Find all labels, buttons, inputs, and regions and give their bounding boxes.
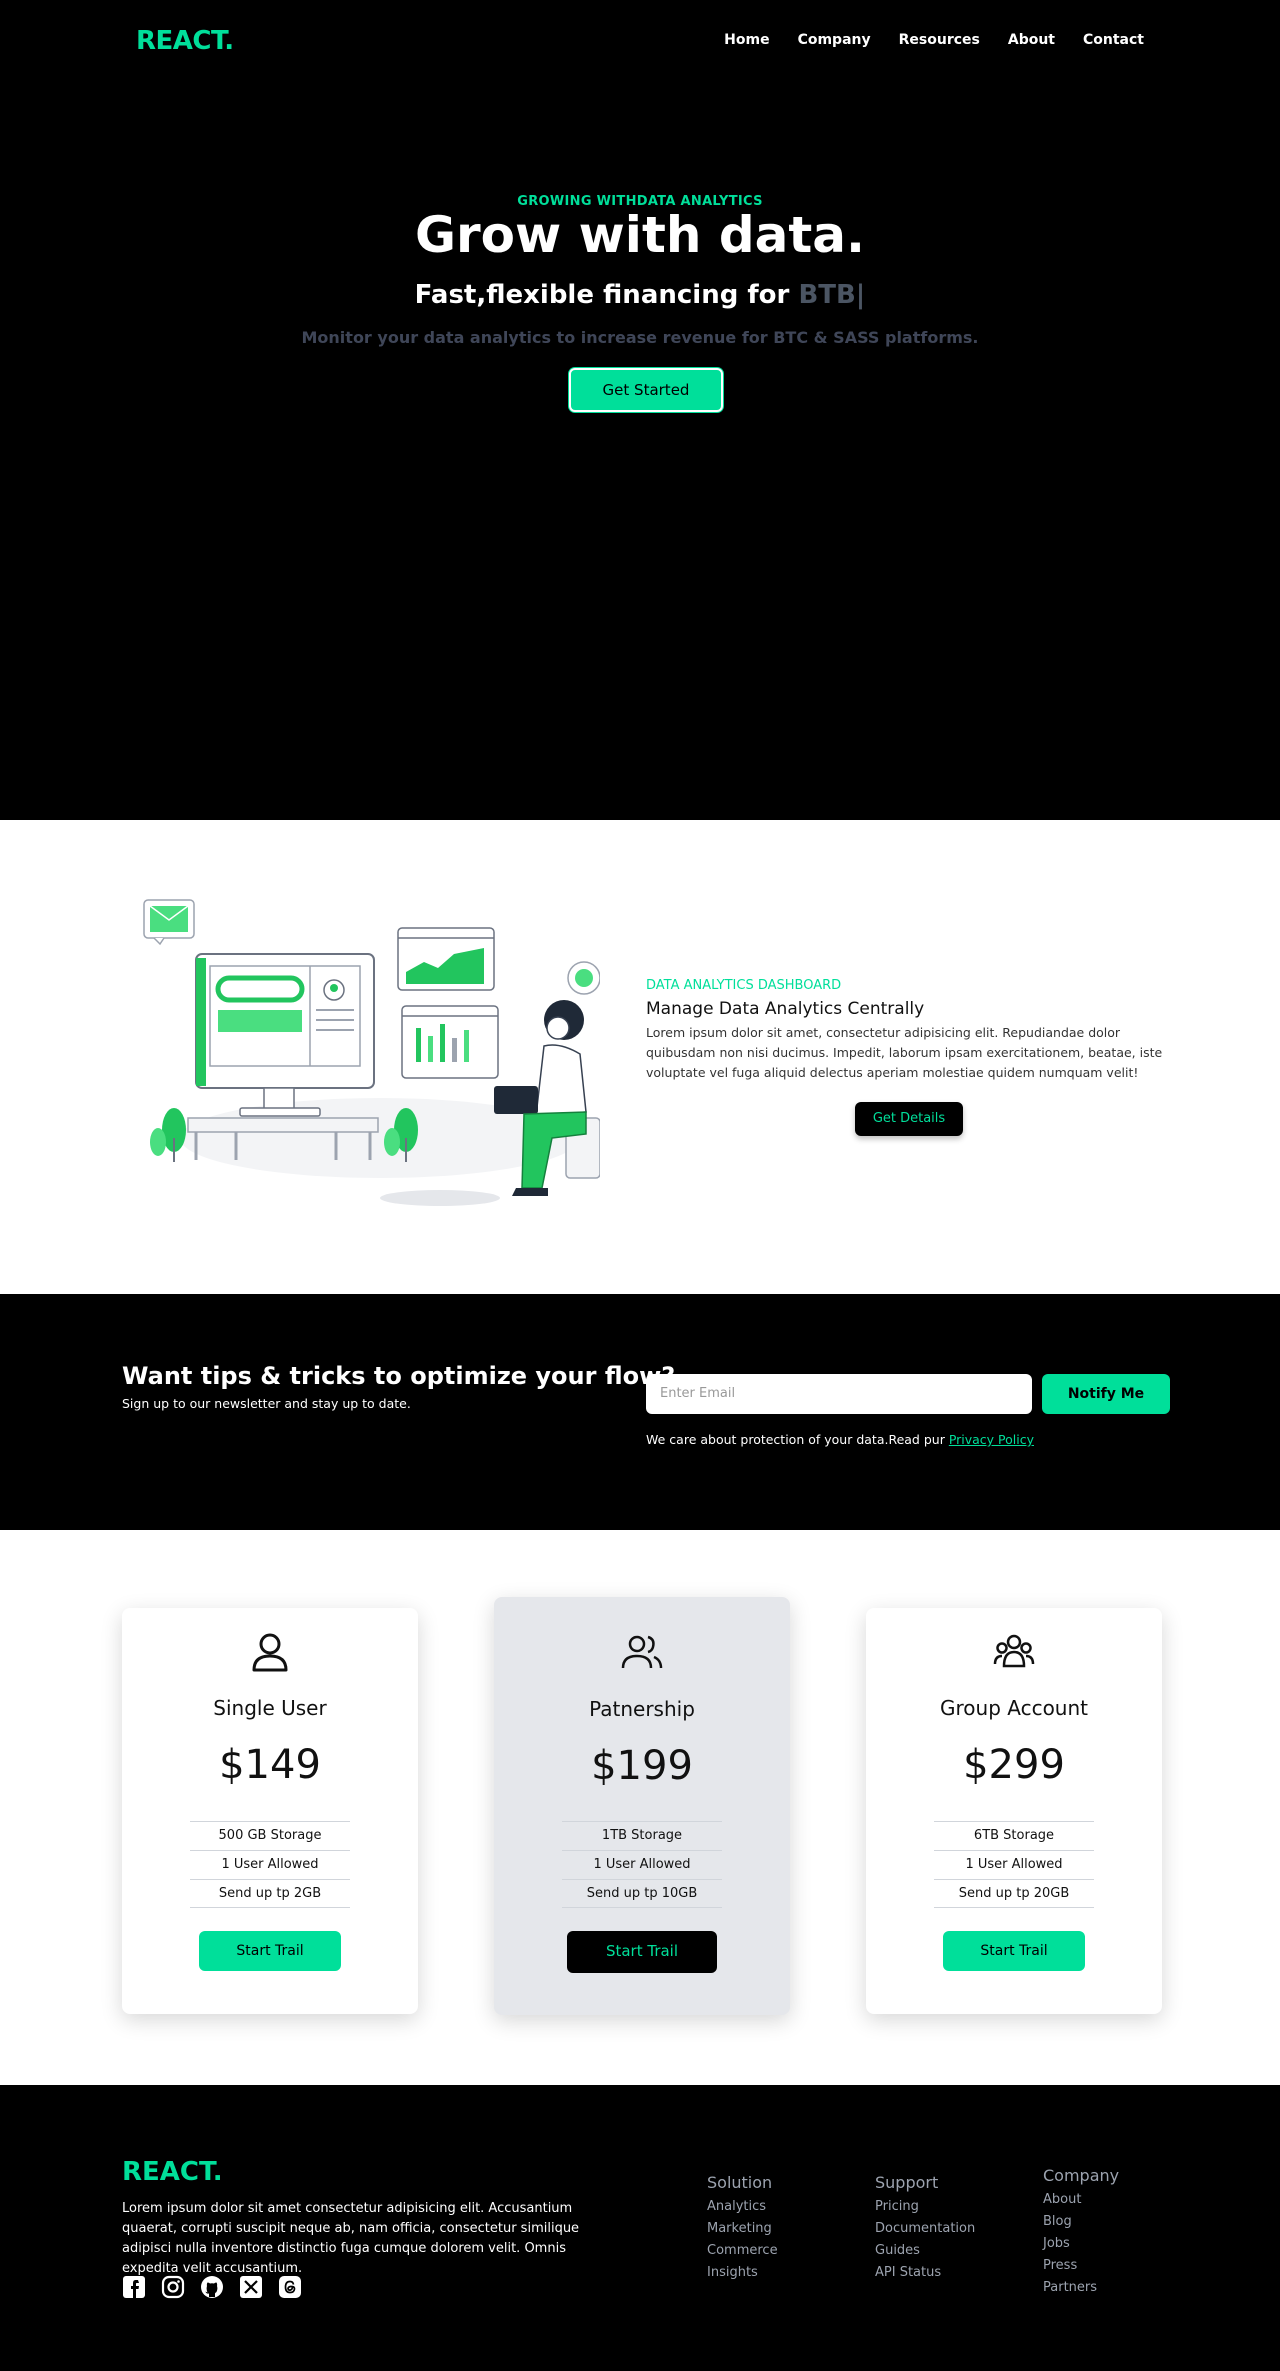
- nav-link-company[interactable]: Company: [798, 32, 871, 48]
- analytics-body: Lorem ipsum dolor sit amet, consectetur …: [646, 1025, 1163, 1080]
- nav-link-about[interactable]: About: [1008, 32, 1055, 48]
- nav-link-contact[interactable]: Contact: [1083, 32, 1144, 48]
- footer-link[interactable]: Documentation: [875, 2221, 975, 2236]
- plan-feature: Send up tp 20GB: [934, 1879, 1094, 1908]
- email-input[interactable]: Enter Email: [646, 1374, 1032, 1414]
- group-icon: [993, 1634, 1035, 1668]
- page: REACT. Home Company Resources About Cont…: [0, 0, 1280, 2371]
- footer-logo[interactable]: REACT.: [122, 2157, 223, 2187]
- footer-link[interactable]: Guides: [875, 2243, 975, 2258]
- footer-link[interactable]: Marketing: [707, 2221, 778, 2236]
- x-icon[interactable]: [239, 2275, 263, 2299]
- footer-heading: Solution: [707, 2173, 773, 2192]
- privacy-policy-link[interactable]: Privacy Policy: [949, 1432, 1034, 1447]
- hero-typed-word: BTB|: [798, 280, 866, 310]
- newsletter-title: Want tips & tricks to optimize your flow…: [122, 1362, 676, 1390]
- plan-price: $299: [963, 1742, 1065, 1788]
- footer-link[interactable]: Commerce: [707, 2243, 778, 2258]
- analytics-illustration: [143, 899, 600, 1206]
- pricing-card-single-user: Single User $149 500 GB Storage 1 User A…: [122, 1608, 418, 2014]
- footer-link[interactable]: Jobs: [1043, 2236, 1119, 2251]
- footer-heading: Company: [1043, 2166, 1120, 2185]
- pricing-card-patnership: Patnership $199 1TB Storage 1 User Allow…: [494, 1597, 790, 2015]
- users-icon: [621, 1635, 663, 1669]
- plan-name: Patnership: [589, 1697, 695, 1721]
- newsletter-subtitle: Sign up to our newsletter and stay up to…: [122, 1396, 411, 1411]
- pricing-card-group-account: Group Account $299 6TB Storage 1 User Al…: [866, 1608, 1162, 2014]
- plan-feature: 500 GB Storage: [190, 1821, 350, 1850]
- footer-column-support: Support Pricing Documentation Guides API…: [875, 2173, 975, 2280]
- start-trail-button[interactable]: Start Trail: [567, 1931, 717, 1973]
- footer-link[interactable]: Partners: [1043, 2280, 1119, 2295]
- analytics-text: DATA ANALYTICS DASHBOARD Manage Data Ana…: [646, 978, 1174, 1083]
- nav-link-resources[interactable]: Resources: [899, 32, 980, 48]
- plan-name: Single User: [213, 1696, 327, 1720]
- top-nav: REACT. Home Company Resources About Cont…: [0, 0, 1280, 84]
- footer-link[interactable]: Pricing: [875, 2199, 975, 2214]
- logo[interactable]: REACT.: [136, 26, 234, 56]
- plan-feature: 1 User Allowed: [562, 1850, 722, 1879]
- facebook-icon[interactable]: [122, 2275, 146, 2299]
- plan-feature: Send up tp 10GB: [562, 1879, 722, 1908]
- start-trail-button[interactable]: Start Trail: [943, 1931, 1085, 1971]
- footer-column-company: Company About Blog Jobs Press Partners: [1043, 2166, 1119, 2295]
- hero-section: GROWING WITHDATA ANALYTICS Grow with dat…: [0, 84, 1280, 820]
- plan-feature: 1TB Storage: [562, 1821, 722, 1850]
- pricing-section: Single User $149 500 GB Storage 1 User A…: [0, 1530, 1280, 2085]
- get-started-button[interactable]: Get Started: [569, 368, 723, 412]
- hero-subtitle-prefix: Fast,flexible financing for: [414, 280, 790, 310]
- privacy-notice: We care about protection of your data.Re…: [646, 1432, 1034, 1447]
- hero-description: Monitor your data analytics to increase …: [301, 328, 979, 347]
- nav-link-home[interactable]: Home: [724, 32, 769, 48]
- plan-name: Group Account: [940, 1696, 1088, 1720]
- privacy-text: We care about protection of your data.Re…: [646, 1432, 945, 1447]
- user-icon: [252, 1633, 288, 1672]
- footer: REACT. Lorem ipsum dolor sit amet consec…: [0, 2085, 1280, 2371]
- plan-feature: 1 User Allowed: [190, 1850, 350, 1879]
- plan-feature: 1 User Allowed: [934, 1850, 1094, 1879]
- github-icon[interactable]: [200, 2275, 224, 2299]
- start-trail-button[interactable]: Start Trail: [199, 1931, 341, 1971]
- analytics-eyebrow: DATA ANALYTICS DASHBOARD: [646, 978, 842, 993]
- nav-links: Home Company Resources About Contact: [724, 32, 1144, 48]
- analytics-title: Manage Data Analytics Centrally: [646, 999, 925, 1019]
- footer-column-solution: Solution Analytics Marketing Commerce In…: [707, 2173, 778, 2280]
- footer-link[interactable]: About: [1043, 2192, 1119, 2207]
- newsletter-section: Want tips & tricks to optimize your flow…: [0, 1294, 1280, 1530]
- hero-title: Grow with data.: [414, 206, 866, 264]
- threads-icon[interactable]: [278, 2275, 302, 2299]
- plan-feature: Send up tp 2GB: [190, 1879, 350, 1908]
- footer-link[interactable]: Analytics: [707, 2199, 778, 2214]
- footer-link[interactable]: API Status: [875, 2265, 975, 2280]
- plan-feature: 6TB Storage: [934, 1821, 1094, 1850]
- footer-heading: Support: [875, 2173, 939, 2192]
- get-details-button[interactable]: Get Details: [855, 1102, 963, 1136]
- footer-link[interactable]: Press: [1043, 2258, 1119, 2273]
- social-links: [122, 2275, 302, 2299]
- plan-price: $149: [219, 1742, 321, 1788]
- hero-subtitle: Fast,flexible financing for BTB|: [0, 280, 1280, 310]
- analytics-section: DATA ANALYTICS DASHBOARD Manage Data Ana…: [0, 820, 1280, 1294]
- footer-description: Lorem ipsum dolor sit amet consectetur a…: [122, 2201, 580, 2276]
- instagram-icon[interactable]: [161, 2275, 185, 2299]
- plan-price: $199: [591, 1743, 693, 1789]
- notify-me-button[interactable]: Notify Me: [1042, 1374, 1170, 1414]
- footer-link[interactable]: Insights: [707, 2265, 778, 2280]
- footer-link[interactable]: Blog: [1043, 2214, 1119, 2229]
